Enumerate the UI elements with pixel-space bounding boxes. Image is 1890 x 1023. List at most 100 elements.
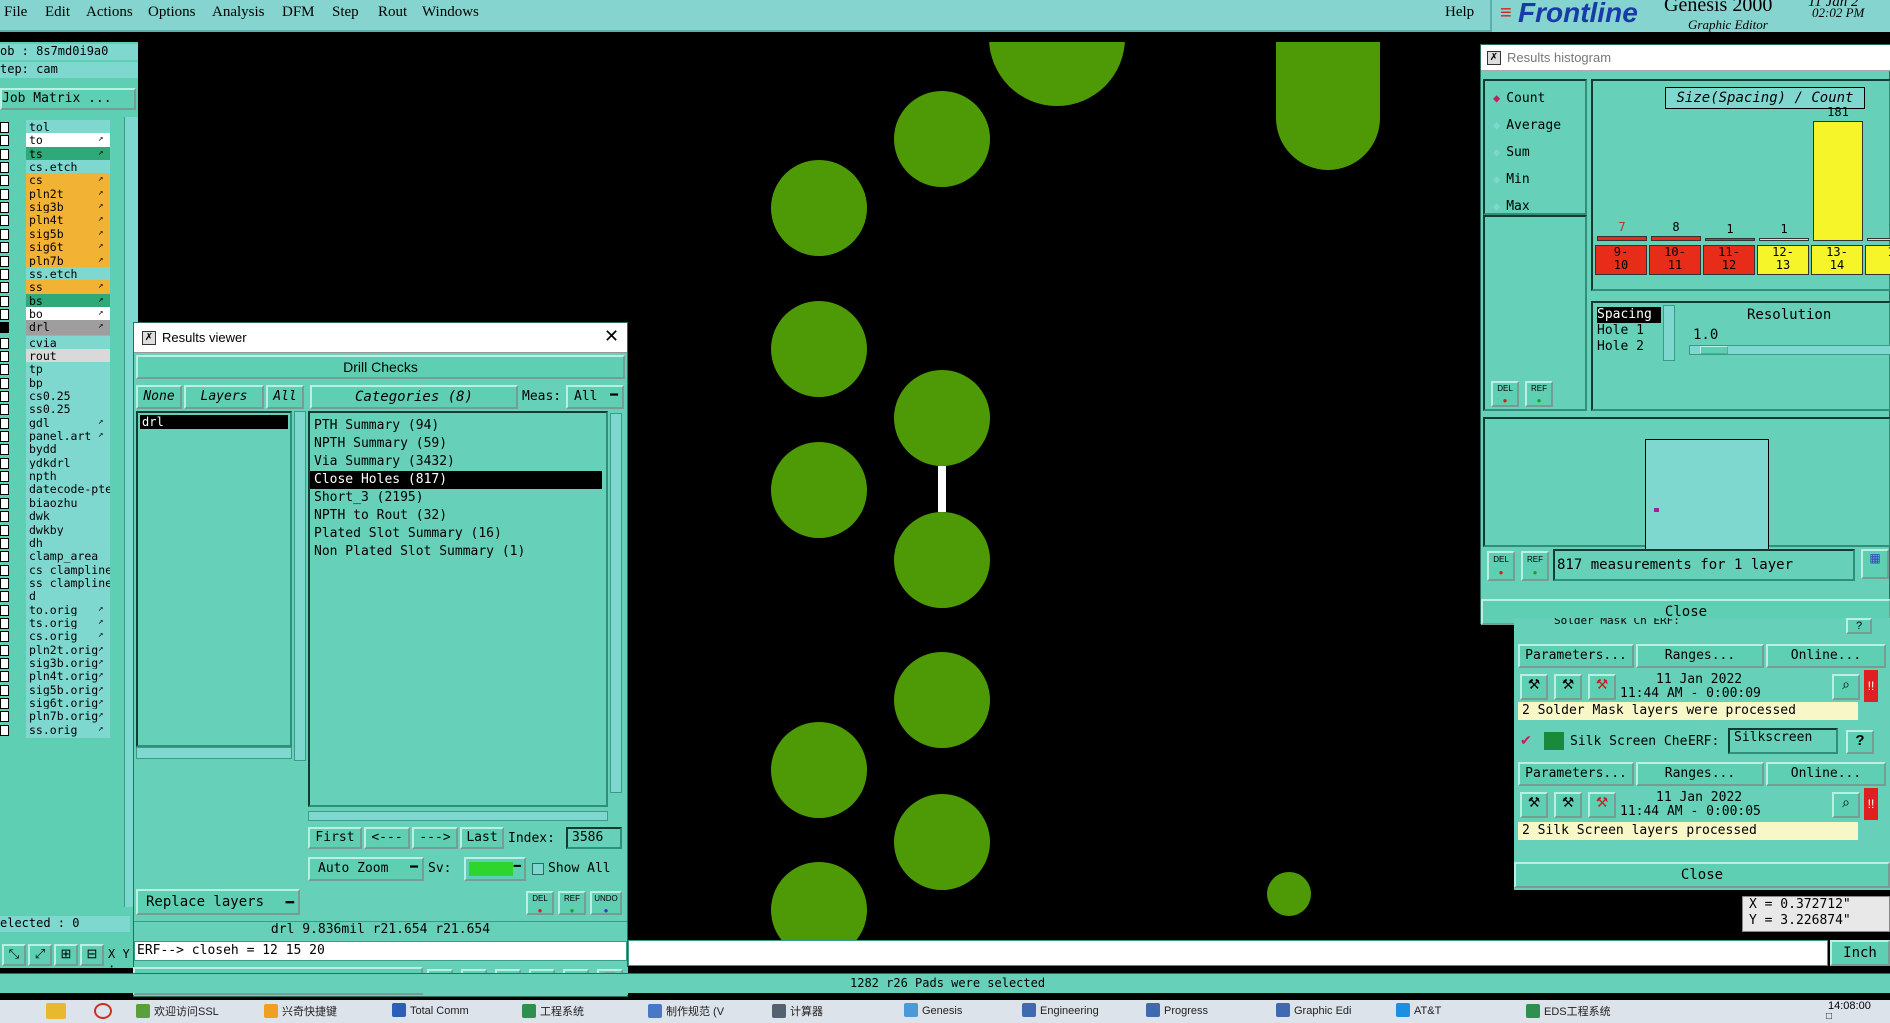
layer-checkbox[interactable] [0,698,9,710]
online-button[interactable]: Online... [1766,762,1886,786]
layer-checkbox[interactable] [0,364,9,376]
bin-label[interactable]: 9- 10 [1595,245,1647,275]
layer-checkbox[interactable] [0,295,9,307]
drill-pad[interactable] [894,652,990,748]
layer-checkbox[interactable] [0,591,9,603]
bin-label[interactable]: 1 [1865,245,1890,275]
browser-icon[interactable] [94,1003,112,1019]
layer-checkbox[interactable] [0,350,9,362]
layer-checkbox[interactable] [0,711,9,723]
axis-item-hole2[interactable]: Hole 2 [1597,339,1661,355]
parameters-button[interactable]: Parameters... [1518,644,1634,668]
taskbar-item[interactable]: 兴奇快捷键 [264,1003,337,1021]
layer-row-ss-orig[interactable]: ss.orig ↗ [0,722,130,738]
axis-list[interactable]: Spacing Hole 1 Hole 2 [1597,307,1661,357]
layer-checkbox[interactable] [0,524,9,536]
close-icon[interactable]: ✕ [604,326,619,347]
run-icon[interactable]: ⚒ [1554,792,1582,818]
snap-icon[interactable]: ⊟ [80,944,104,966]
zoom-icon[interactable]: ⌕ [1832,674,1860,700]
layer-checkbox[interactable] [0,617,9,629]
layer-checkbox[interactable] [0,308,9,320]
zoom-icon[interactable]: ⌕ [1832,792,1860,818]
histogram-bar[interactable] [1813,121,1863,241]
menu-dfm[interactable]: DFM [282,4,315,21]
layer-checkbox[interactable] [0,417,9,429]
layer-checkbox[interactable] [0,551,9,563]
last-button[interactable]: Last [460,827,504,849]
sv-color-dropdown[interactable]: ━ [464,857,526,881]
slider-thumb[interactable] [1700,346,1728,354]
category-item[interactable]: NPTH to Rout (32) [310,507,602,525]
layer-checkbox[interactable] [0,658,9,669]
menu-rout[interactable]: Rout [378,4,407,21]
taskbar-item[interactable]: Engineering [1022,1003,1099,1021]
hist-del-button[interactable]: DEL ● [1491,381,1519,407]
layer-checkbox[interactable] [0,188,9,200]
mode-option-average[interactable]: ◆ Average [1493,118,1561,133]
layer-checkbox[interactable] [0,537,9,549]
hist-ref2-button[interactable]: REF ● [1521,551,1549,581]
parameters-button[interactable]: Parameters... [1518,762,1634,786]
histogram-bar[interactable] [1759,238,1809,241]
category-item[interactable]: Plated Slot Summary (16) [310,525,602,543]
layer-list-scrollbar[interactable] [294,411,306,761]
taskbar-item[interactable]: 制作规范 (V [648,1003,724,1021]
mode-option-count[interactable]: ◆ Count [1493,91,1545,106]
layer-list-hscroll[interactable] [136,747,292,759]
zoom-area-icon[interactable]: ⤢ [28,944,52,966]
layers-button[interactable]: Layers [184,385,264,409]
index-field[interactable]: 3586 [566,827,622,849]
checks-close-button[interactable]: Close [1514,862,1890,888]
layer-checkbox[interactable] [0,337,9,349]
board-preview[interactable] [1645,439,1769,568]
layer-checkbox[interactable] [0,268,9,280]
layer-checkbox[interactable] [0,431,9,443]
layer-checkbox[interactable] [0,135,9,147]
drill-pad[interactable] [989,42,1125,106]
layer-checkbox[interactable] [0,148,9,160]
menu-help[interactable]: Help [1445,4,1474,21]
fit-icon[interactable]: ⤡ [2,944,26,966]
slot-pad[interactable] [1276,42,1380,170]
radio-diamond-icon[interactable]: ◆ [1493,172,1500,186]
online-button[interactable]: Online... [1766,644,1886,668]
layer-result-list[interactable]: drl [136,411,292,747]
taskbar-item[interactable]: Progress [1146,1003,1208,1021]
taskbar-item[interactable]: 工程系统 [522,1003,584,1021]
radio-diamond-icon[interactable]: ◆ [1493,91,1500,105]
taskbar-item[interactable]: Total Comm [392,1003,469,1021]
category-item[interactable]: PTH Summary (94) [310,417,602,435]
run-icon[interactable]: ⚒ [1588,674,1616,700]
axis-item-spacing[interactable]: Spacing [1597,307,1661,323]
layer-checkbox[interactable] [0,644,9,656]
none-button[interactable]: None [136,385,182,409]
histogram-bar[interactable] [1705,238,1755,241]
layer-checkbox[interactable] [0,604,9,616]
bin-label[interactable]: 11- 12 [1703,245,1755,275]
mode-option-min[interactable]: ◆ Min [1493,172,1530,187]
histogram-bar[interactable] [1597,236,1647,241]
layer-checkbox[interactable] [0,404,9,416]
taskbar-item[interactable]: 欢迎访问SSL [136,1003,219,1021]
category-item[interactable]: Via Summary (3432) [310,453,602,471]
prev-button[interactable]: <--- [364,827,410,849]
run-icon[interactable]: ⚒ [1588,792,1616,818]
layer-checkbox[interactable] [0,391,9,402]
mode-option-max[interactable]: ◆ Max [1493,199,1530,214]
layer-checkbox[interactable] [0,564,9,576]
taskbar-item[interactable]: Graphic Edi [1276,1003,1351,1021]
taskbar-item[interactable]: 计算器 [772,1003,823,1021]
layer-checkbox[interactable] [0,282,9,294]
layer-checkbox[interactable] [0,631,9,643]
axis-item-hole1[interactable]: Hole 1 [1597,323,1661,339]
folder-icon[interactable] [46,1003,66,1019]
categories-button[interactable]: Categories (8) [310,385,518,409]
drill-pad[interactable] [771,160,867,256]
category-item[interactable]: Short_3 (2195) [310,489,602,507]
drill-pad[interactable] [894,794,990,890]
layer-checkbox[interactable] [0,511,9,523]
layer-checkbox[interactable] [0,724,9,736]
category-scrollbar[interactable] [610,413,622,793]
layer-checkbox[interactable] [0,444,9,456]
